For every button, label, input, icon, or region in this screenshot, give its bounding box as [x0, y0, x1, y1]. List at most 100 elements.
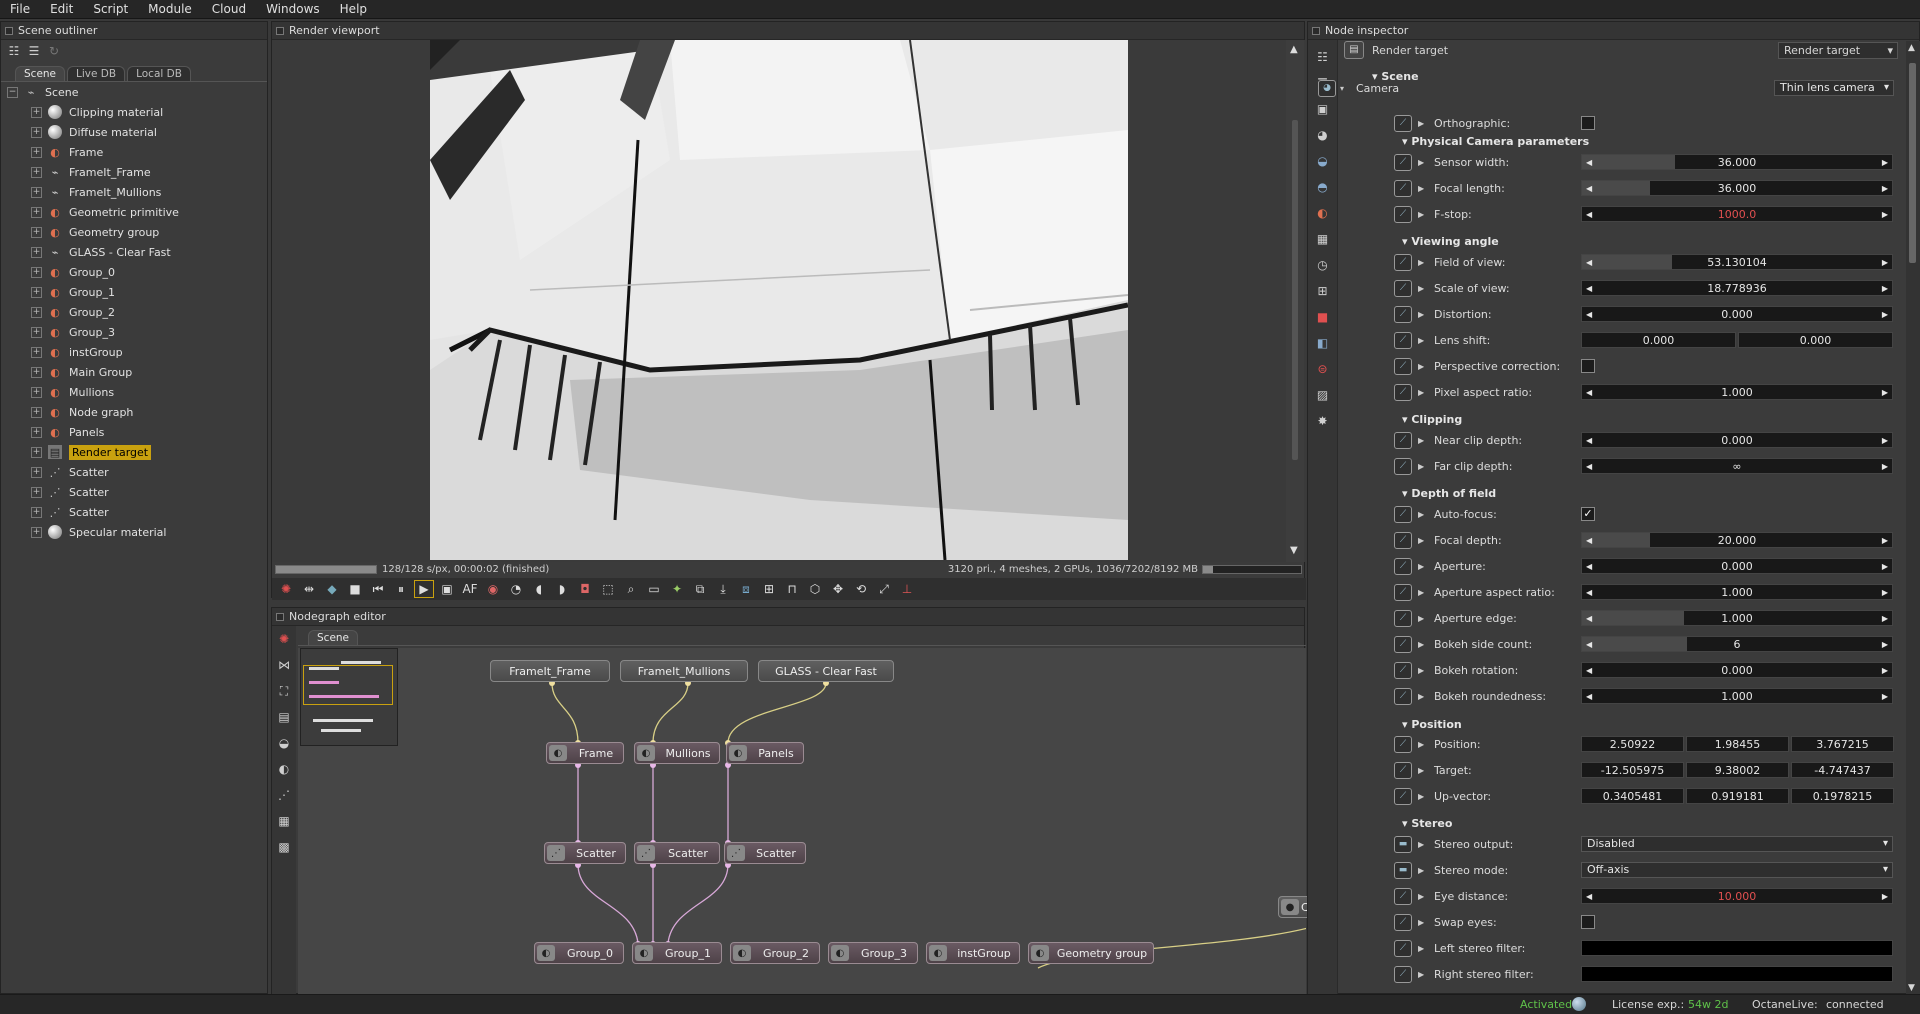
- play-icon[interactable]: ▶: [414, 580, 434, 598]
- expand-icon[interactable]: ▶: [1418, 640, 1424, 649]
- tree-item[interactable]: + ⋰ Scatter: [1, 502, 267, 522]
- param-link-icon[interactable]: ⟋: [1394, 965, 1412, 983]
- menu-edit[interactable]: Edit: [40, 0, 83, 19]
- param-vector-field[interactable]: 2.50922: [1581, 736, 1684, 752]
- param-dropdown[interactable]: Disabled: [1581, 836, 1893, 852]
- section-collapse-icon[interactable]: ▾: [1372, 70, 1381, 83]
- expand-icon[interactable]: ▶: [1418, 614, 1424, 623]
- tree-item[interactable]: + Clipping material: [1, 102, 267, 122]
- scroll-down-icon[interactable]: ▼: [1908, 983, 1915, 993]
- expand-icon[interactable]: +: [31, 206, 42, 218]
- focus-picker-icon[interactable]: ◘: [575, 580, 595, 598]
- render-image[interactable]: [430, 40, 1128, 560]
- expand-icon[interactable]: ▶: [1418, 666, 1424, 675]
- decal-icon[interactable]: ✦: [667, 580, 687, 598]
- nodegraph-minimap[interactable]: [300, 648, 398, 746]
- param-link-icon[interactable]: ▬: [1394, 835, 1412, 853]
- increment-icon[interactable]: ▶: [1882, 310, 1888, 319]
- expand-icon[interactable]: ▶: [1418, 462, 1424, 471]
- expand-icon[interactable]: +: [31, 346, 42, 358]
- expand-icon[interactable]: ▶: [1418, 510, 1424, 519]
- param-vector-field[interactable]: 0.3405481: [1581, 788, 1684, 804]
- expand-icon[interactable]: ▶: [1418, 766, 1424, 775]
- param-slider[interactable]: ◀ 6 ▶: [1581, 636, 1893, 652]
- scrollbar-thumb[interactable]: [1909, 63, 1916, 263]
- stop-icon[interactable]: ■: [345, 580, 365, 598]
- section-collapse-icon[interactable]: ▾: [1402, 135, 1411, 148]
- tab-live-db[interactable]: Live DB: [67, 66, 126, 81]
- decrement-icon[interactable]: ◀: [1586, 310, 1592, 319]
- section-collapse-icon[interactable]: ▾: [1402, 413, 1411, 426]
- param-checkbox[interactable]: ✓: [1581, 507, 1595, 521]
- refresh-icon[interactable]: ↻: [45, 42, 63, 60]
- param-slider[interactable]: ◀ 1.000 ▶: [1581, 384, 1893, 400]
- section-collapse-icon[interactable]: ▾: [1402, 817, 1411, 830]
- param-link-icon[interactable]: ⟋: [1394, 735, 1412, 753]
- node-scatter-3[interactable]: ⋰ Scatter: [724, 842, 806, 864]
- param-checkbox[interactable]: [1581, 116, 1595, 130]
- expand-icon[interactable]: +: [31, 366, 42, 378]
- save-render-icon[interactable]: ⤓: [713, 580, 733, 598]
- increment-icon[interactable]: ▶: [1882, 184, 1888, 193]
- expand-icon[interactable]: ▶: [1418, 258, 1424, 267]
- cube-icon[interactable]: ⬡: [805, 580, 825, 598]
- expand-icon[interactable]: ▶: [1418, 866, 1424, 875]
- node-panels[interactable]: ◐ Panels: [726, 742, 804, 764]
- tab-nodegraph-scene[interactable]: Scene: [308, 630, 359, 645]
- node-group-0[interactable]: ◐ Group_0: [534, 942, 624, 964]
- minimap-viewport-rect[interactable]: [303, 665, 393, 705]
- param-link-icon[interactable]: ⟋: [1394, 913, 1412, 931]
- increment-icon[interactable]: ▶: [1882, 388, 1888, 397]
- tree-item[interactable]: + ◐ Node graph: [1, 402, 267, 422]
- section-collapse-icon[interactable]: ▾: [1402, 235, 1411, 248]
- param-link-icon[interactable]: ⟋: [1394, 887, 1412, 905]
- param-vector-field[interactable]: 0.919181: [1686, 788, 1789, 804]
- node-frame[interactable]: ◐ Frame: [546, 742, 624, 764]
- collapse-all-icon[interactable]: ☷: [5, 42, 23, 60]
- zoom-icon[interactable]: ⌕: [621, 580, 641, 598]
- scale-icon[interactable]: ⤢: [874, 580, 894, 598]
- param-slider[interactable]: ◀ 18.778936 ▶: [1581, 280, 1893, 296]
- tree-item[interactable]: + ◐ Geometry group: [1, 222, 267, 242]
- increment-icon[interactable]: ▶: [1882, 640, 1888, 649]
- scroll-up-icon[interactable]: ▲: [1908, 43, 1915, 53]
- expand-icon[interactable]: +: [31, 386, 42, 398]
- param-vector-field[interactable]: 0.000: [1738, 332, 1893, 348]
- expand-icon[interactable]: +: [31, 406, 42, 418]
- expand-icon[interactable]: ▶: [1418, 740, 1424, 749]
- expand-icon[interactable]: ▶: [1418, 119, 1424, 128]
- param-link-icon[interactable]: ⟋: [1394, 531, 1412, 549]
- param-link-icon[interactable]: ⟋: [1394, 457, 1412, 475]
- transform-icon[interactable]: ⇹: [299, 580, 319, 598]
- fit-nodes-icon[interactable]: ⛶: [275, 682, 293, 700]
- tree-item[interactable]: + ⌁ FrameIt_Mullions: [1, 182, 267, 202]
- param-slider[interactable]: ◀ 0.000 ▶: [1581, 432, 1893, 448]
- section-collapse-icon[interactable]: ▾: [1402, 718, 1411, 731]
- color-picker-icon[interactable]: ◉: [483, 580, 503, 598]
- viewport-resolution-icon[interactable]: ▭: [644, 580, 664, 598]
- autofocus-icon[interactable]: AF: [460, 580, 480, 598]
- param-checkbox[interactable]: [1581, 359, 1595, 373]
- increment-icon[interactable]: ▶: [1882, 562, 1888, 571]
- decrement-icon[interactable]: ◀: [1586, 692, 1592, 701]
- param-slider[interactable]: ◀ 36.000 ▶: [1581, 154, 1893, 170]
- expand-icon[interactable]: +: [31, 186, 42, 198]
- scatter-node-icon[interactable]: ⋰: [275, 786, 293, 804]
- expand-icon[interactable]: ▶: [1418, 840, 1424, 849]
- tree-item[interactable]: + ◐ Mullions: [1, 382, 267, 402]
- viewport-vertical-scrollbar[interactable]: ▲ ▼: [1286, 40, 1304, 562]
- cube-color-icon[interactable]: ◆: [322, 580, 342, 598]
- panel-float-icon[interactable]: [276, 612, 284, 621]
- tree-item[interactable]: + ⋰ Scatter: [1, 482, 267, 502]
- increment-icon[interactable]: ▶: [1882, 462, 1888, 471]
- decrement-icon[interactable]: ◀: [1586, 666, 1592, 675]
- param-link-icon[interactable]: ⟋: [1394, 114, 1412, 132]
- expand-icon[interactable]: ▶: [1418, 536, 1424, 545]
- param-slider[interactable]: ◀ 0.000 ▶: [1581, 662, 1893, 678]
- param-link-icon[interactable]: ⟋: [1394, 305, 1412, 323]
- scroll-down-icon[interactable]: ▼: [1290, 545, 1298, 556]
- decrement-icon[interactable]: ◀: [1586, 588, 1592, 597]
- expand-icon[interactable]: ▶: [1418, 944, 1424, 953]
- param-link-icon[interactable]: ⟋: [1394, 761, 1412, 779]
- node-geometry-group[interactable]: ◐ Geometry group: [1028, 942, 1154, 964]
